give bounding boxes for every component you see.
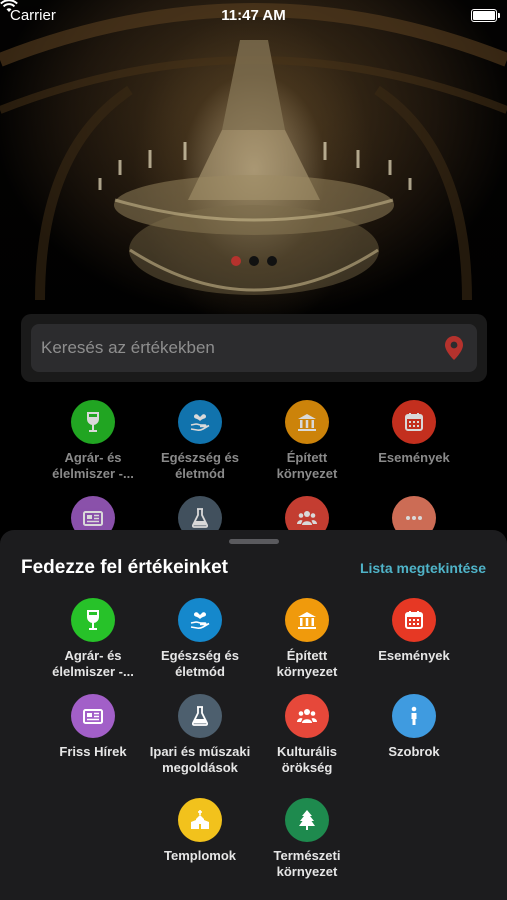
- category-badge: [178, 400, 222, 444]
- search-bar[interactable]: [31, 324, 477, 372]
- category-badge: [392, 598, 436, 642]
- calendar-icon: [402, 608, 426, 632]
- category-label: Épített környezet: [276, 648, 338, 679]
- category-label: Események: [378, 450, 450, 465]
- category-badge: [392, 694, 436, 738]
- clock: 11:47 AM: [221, 6, 286, 24]
- category-label: Események: [378, 648, 450, 663]
- sheet-grabber[interactable]: [229, 539, 279, 544]
- wine-glass-icon: [81, 410, 105, 434]
- category-people-group[interactable]: Kulturális örökség: [254, 694, 361, 776]
- category-label: Templomok: [164, 848, 236, 863]
- category-wine-glass[interactable]: Agrár- és élelmiszer -...: [40, 400, 147, 482]
- calendar-icon: [402, 410, 426, 434]
- category-badge: [71, 694, 115, 738]
- sheet-title: Fedezze fel értékeinket: [21, 557, 228, 578]
- category-wine-glass[interactable]: Agrár- és élelmiszer -...: [40, 598, 147, 680]
- tree-icon: [295, 808, 319, 832]
- building-columns-icon: [295, 608, 319, 632]
- category-label: Agrár- és élelmiszer -...: [52, 450, 134, 481]
- category-calendar[interactable]: Események: [361, 400, 468, 482]
- sheet-header: Fedezze fel értékeinket Lista megtekinté…: [21, 555, 486, 581]
- status-bar: Carrier 11:47 AM: [0, 0, 507, 30]
- bottom-sheet[interactable]: Fedezze fel értékeinket Lista megtekinté…: [0, 530, 507, 900]
- flask-icon: [188, 704, 212, 728]
- category-newspaper[interactable]: Friss Hírek: [40, 694, 147, 776]
- category-church[interactable]: Templomok: [147, 798, 254, 880]
- category-flask[interactable]: Ipari és műszaki megoldások: [147, 694, 254, 776]
- building-columns-icon: [295, 410, 319, 434]
- category-grid: Agrár- és élelmiszer -... Egészség és éle…: [0, 598, 507, 776]
- chandelier-image: [0, 3, 507, 301]
- page-dot-3[interactable]: [266, 256, 277, 266]
- background-category-grid: Agrár- és élelmiszer -... Egészség és éle…: [0, 400, 507, 546]
- people-group-icon: [295, 704, 319, 728]
- category-heart-hand[interactable]: Egészség és életmód: [147, 400, 254, 482]
- category-badge: [178, 694, 222, 738]
- category-label: Friss Hírek: [59, 744, 127, 759]
- category-badge: [285, 798, 329, 842]
- hero-image[interactable]: Carrier 11:47 AM: [0, 0, 507, 320]
- category-tree[interactable]: Természeti környezet: [254, 798, 361, 880]
- search-input[interactable]: [41, 338, 421, 358]
- category-badge: [285, 694, 329, 738]
- battery-icon: [471, 8, 500, 22]
- location-pin-icon[interactable]: [445, 336, 463, 360]
- church-icon: [188, 808, 212, 832]
- category-statue-person[interactable]: Szobrok: [361, 694, 468, 776]
- category-building-columns[interactable]: Épített környezet: [254, 598, 361, 680]
- category-label: Kulturális örökség: [277, 744, 337, 775]
- page-indicator[interactable]: [0, 256, 507, 266]
- category-badge: [285, 598, 329, 642]
- newspaper-icon: [81, 506, 105, 530]
- category-calendar[interactable]: Események: [361, 598, 468, 680]
- category-label: Ipari és műszaki megoldások: [149, 744, 251, 775]
- statue-person-icon: [402, 704, 426, 728]
- more-dots-icon: [402, 506, 426, 530]
- view-list-link[interactable]: Lista megtekintése: [360, 560, 486, 576]
- category-badge: [285, 400, 329, 444]
- people-group-icon: [295, 506, 319, 530]
- category-badge: [71, 400, 115, 444]
- category-label: Agrár- és élelmiszer -...: [52, 648, 134, 679]
- category-label: Épített környezet: [276, 450, 338, 481]
- category-grid-last-row: Templomok Természeti környezet: [0, 798, 507, 880]
- page-dot-2[interactable]: [248, 256, 259, 266]
- category-label: Természeti környezet: [273, 848, 341, 879]
- category-badge: [71, 598, 115, 642]
- category-heart-hand[interactable]: Egészség és életmód: [147, 598, 254, 680]
- flask-icon: [188, 506, 212, 530]
- category-label: Egészség és életmód: [160, 450, 240, 481]
- category-label: Szobrok: [388, 744, 440, 759]
- category-building-columns[interactable]: Épített környezet: [254, 400, 361, 482]
- category-badge: [178, 598, 222, 642]
- wine-glass-icon: [81, 608, 105, 632]
- heart-hand-icon: [188, 410, 212, 434]
- newspaper-icon: [81, 704, 105, 728]
- page-dot-1[interactable]: [230, 256, 241, 266]
- heart-hand-icon: [188, 608, 212, 632]
- category-badge: [392, 400, 436, 444]
- search-panel: [21, 314, 487, 382]
- category-badge: [178, 798, 222, 842]
- category-label: Egészség és életmód: [160, 648, 240, 679]
